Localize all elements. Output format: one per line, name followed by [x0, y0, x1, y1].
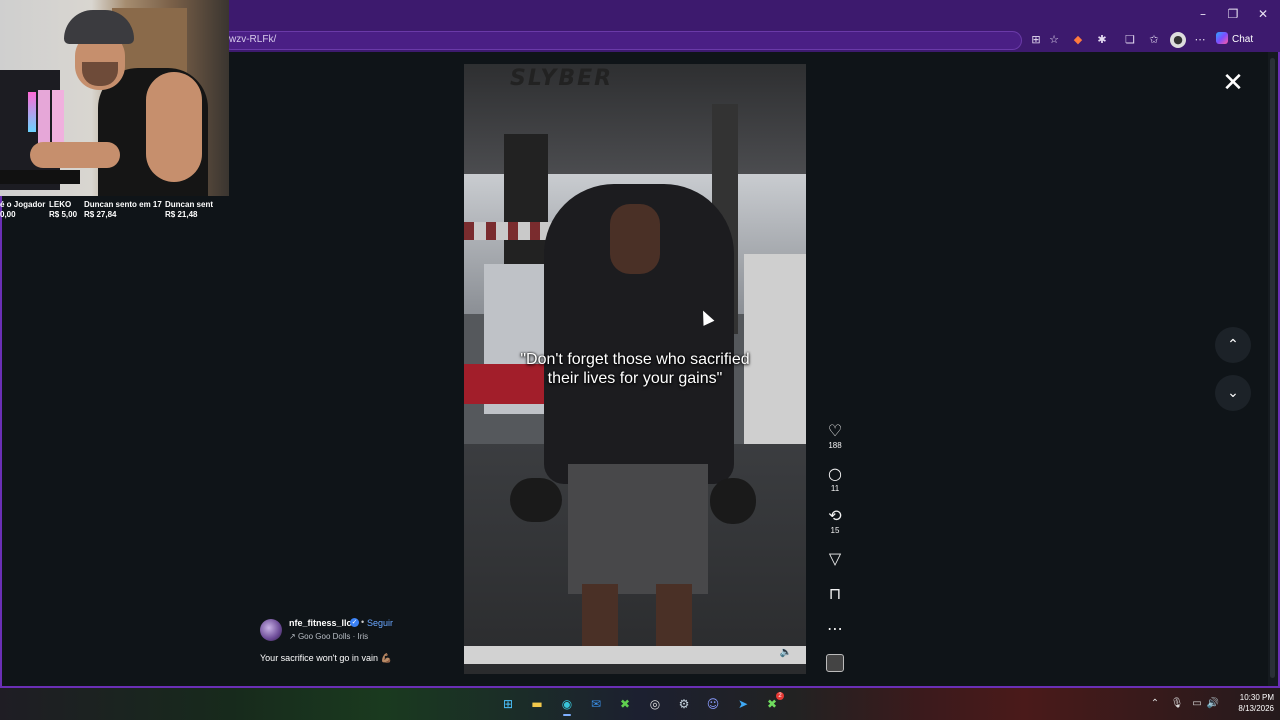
- chat-label: Chat: [1232, 34, 1254, 45]
- donation-item: Duncan sent R$ 21,48: [165, 200, 213, 220]
- more-options-button[interactable]: ⋯: [820, 620, 850, 638]
- verified-badge-icon: ✓: [350, 618, 359, 627]
- video-barbell: [464, 646, 806, 664]
- repost-icon: ⟲: [828, 506, 842, 525]
- steam-icon[interactable]: ⚙: [674, 694, 694, 714]
- send-icon: ▽: [828, 549, 842, 568]
- donor-name: Duncan sento em 17: [84, 200, 162, 209]
- video-person-face: [610, 204, 660, 274]
- webcam-can: [52, 90, 64, 146]
- clock-date: 8/13/2026: [1238, 704, 1274, 713]
- active-app-indicator: [563, 714, 571, 716]
- extension-puzzle-icon[interactable]: ✱: [1094, 32, 1110, 48]
- bookmark-icon: ⊓: [828, 584, 842, 603]
- save-button[interactable]: ⊓: [820, 585, 850, 603]
- donation-item: é o Jogador 0,00: [0, 200, 45, 220]
- repost-count: 15: [830, 526, 840, 535]
- video-caption-overlay: "Don't forget those who sacrified their …: [464, 350, 806, 388]
- restore-button[interactable]: ❐: [1218, 4, 1248, 24]
- network-icon[interactable]: ▭: [1190, 697, 1204, 711]
- author-username[interactable]: nfe_fitness_llc: [289, 618, 352, 628]
- video-caption-line: their lives for your gains": [547, 370, 723, 387]
- heart-icon: ♡: [827, 421, 843, 440]
- volume-icon[interactable]: 🔊: [1206, 697, 1220, 711]
- webcam-keyboard: [0, 170, 80, 184]
- comment-bubble-icon: ○: [828, 464, 842, 483]
- webcam-person-arm: [146, 72, 202, 182]
- author-avatar[interactable]: [260, 619, 282, 641]
- window-close-button[interactable]: ✕: [1248, 4, 1278, 24]
- audio-track-name: Goo Goo Dolls · Iris: [297, 632, 369, 641]
- close-viewer-button[interactable]: ✕: [1218, 68, 1248, 98]
- copilot-chat-button[interactable]: Chat: [1216, 30, 1264, 50]
- gym-logo: SLYBER: [510, 66, 614, 91]
- post-caption: Your sacrifice won't go in vain 💪🏽: [260, 653, 392, 663]
- url-text: wzv-RLFk/: [229, 34, 277, 45]
- audio-track-thumbnail[interactable]: [826, 654, 844, 672]
- microphone-icon[interactable]: 🎙: [1170, 697, 1184, 711]
- xbox-icon[interactable]: ✖: [615, 694, 635, 714]
- webcam-person-arm: [30, 142, 120, 168]
- webcam-rgb-light: [28, 92, 36, 132]
- split-screen-icon[interactable]: ❏: [1122, 32, 1138, 48]
- donation-amount: R$ 5,00: [49, 210, 78, 219]
- extension-icon[interactable]: ◆: [1070, 32, 1086, 48]
- donation-amount: 0,00: [0, 210, 16, 219]
- separator-dot: •: [361, 617, 365, 627]
- like-count: 188: [828, 441, 842, 450]
- favorites-icon[interactable]: ✩: [1146, 32, 1162, 48]
- donation-item: Duncan sento em 17 R$ 27,84: [84, 200, 162, 220]
- telegram-icon[interactable]: ➤: [733, 694, 753, 714]
- video-dumbbell: [710, 478, 756, 524]
- notification-badge: 2: [776, 692, 784, 700]
- favorite-star-icon[interactable]: ☆: [1046, 32, 1062, 48]
- video-person-leg: [582, 584, 618, 654]
- video-dumbbell: [510, 478, 562, 522]
- video-person-shorts: [568, 464, 708, 594]
- previous-reel-button[interactable]: ⌃: [1215, 327, 1251, 363]
- video-person-leg: [656, 584, 692, 654]
- comment-button[interactable]: ○ 11: [820, 465, 850, 494]
- video-caption-line: "Don't forget those who sacrified: [520, 351, 750, 368]
- comment-count: 11: [830, 484, 840, 493]
- mail-icon[interactable]: ✉: [586, 694, 606, 714]
- share-button[interactable]: ▽: [820, 550, 850, 568]
- more-dots-icon: ⋯: [827, 619, 843, 638]
- donor-name: Duncan sent: [165, 200, 214, 209]
- file-explorer-icon[interactable]: ▬: [527, 694, 547, 714]
- donation-amount: R$ 21,48: [165, 210, 198, 219]
- minimize-button[interactable]: –: [1188, 4, 1218, 24]
- next-reel-button[interactable]: ⌄: [1215, 375, 1251, 411]
- webcam-can: [38, 90, 50, 146]
- taskbar-clock[interactable]: 10:30 PM 8/13/2026: [1222, 692, 1274, 714]
- scroll-thumb[interactable]: [1270, 58, 1275, 678]
- windows-start-icon[interactable]: ⊞: [498, 694, 518, 714]
- discord-icon[interactable]: ☺: [703, 694, 723, 714]
- clock-time: 10:30 PM: [1239, 693, 1274, 702]
- address-bar[interactable]: wzv-RLFk/: [222, 31, 1022, 50]
- audio-track-link[interactable]: ↗ Goo Goo Dolls · Iris: [289, 632, 368, 641]
- speaker-icon[interactable]: 🔈: [778, 646, 794, 660]
- donor-name: LEKO: [49, 200, 72, 209]
- chevron-up-icon[interactable]: ⌃: [1148, 697, 1162, 711]
- obs-icon[interactable]: ◎: [645, 694, 665, 714]
- donation-amount: R$ 27,84: [84, 210, 117, 219]
- donation-item: LEKO R$ 5,00: [49, 200, 77, 220]
- edge-icon[interactable]: ◉: [557, 694, 577, 714]
- page-scrollbar[interactable]: [1268, 52, 1278, 686]
- copilot-icon: [1216, 32, 1228, 44]
- reel-video[interactable]: SLYBER "Don't forget those who sacrified…: [464, 64, 806, 674]
- like-button[interactable]: ♡ 188: [820, 422, 850, 451]
- profile-icon[interactable]: ●: [1170, 32, 1186, 48]
- windows-taskbar: [0, 688, 1280, 720]
- streamer-webcam: [0, 0, 229, 196]
- more-icon[interactable]: ⋯: [1192, 32, 1208, 48]
- donor-name: é o Jogador: [0, 200, 46, 209]
- follow-button[interactable]: Seguir: [367, 618, 393, 628]
- app-available-icon[interactable]: ⊞: [1028, 32, 1044, 48]
- repost-button[interactable]: ⟲ 15: [820, 507, 850, 536]
- screen: – ❐ ✕ wzv-RLFk/ ⊞ ☆ ◆ ✱ ❏ ✩ ● ⋯ Chat SLY…: [0, 0, 1280, 720]
